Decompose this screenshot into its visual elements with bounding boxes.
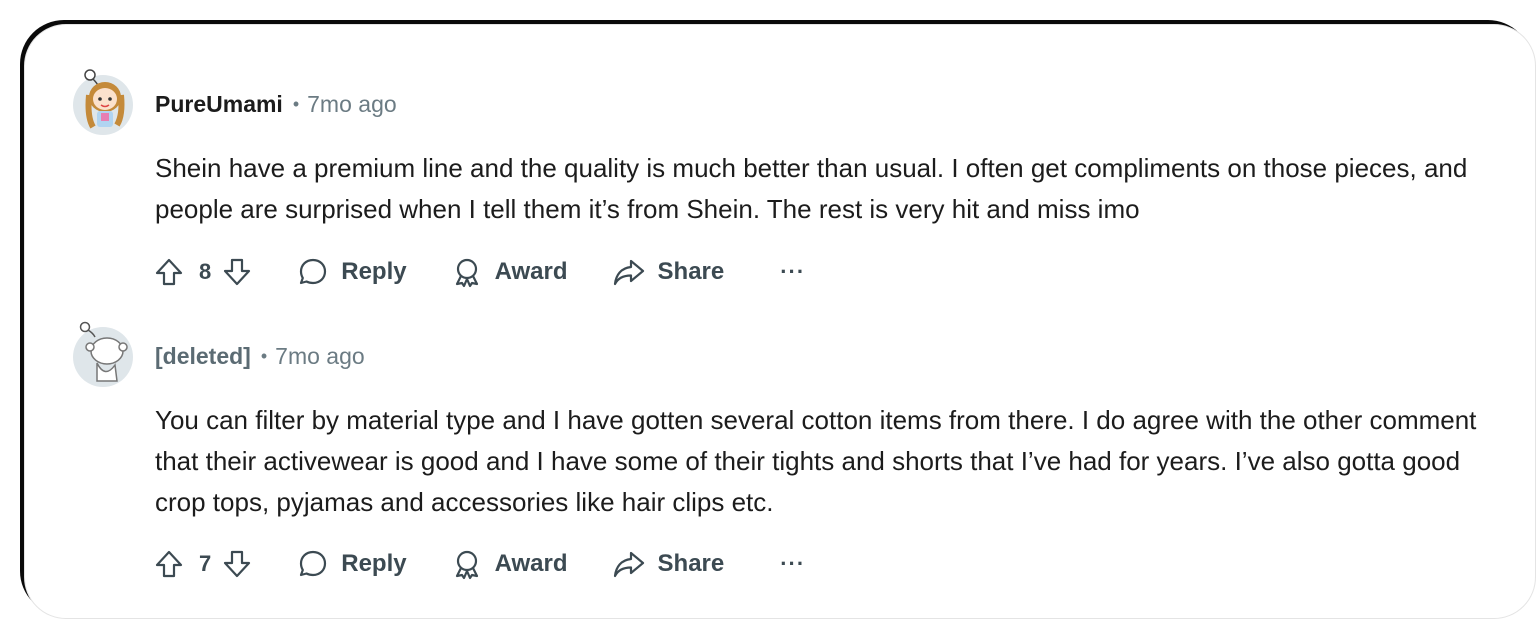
username-link: [deleted] bbox=[155, 343, 251, 369]
award-button[interactable]: Award bbox=[451, 548, 568, 580]
vote-count: 7 bbox=[199, 551, 212, 576]
snoo-avatar-icon bbox=[73, 69, 133, 135]
share-icon bbox=[613, 259, 644, 286]
vote-count: 8 bbox=[199, 259, 212, 284]
comment-meta: PureUmami • 7mo ago bbox=[155, 91, 397, 118]
more-options-button[interactable]: ··· bbox=[780, 551, 805, 577]
downvote-icon[interactable] bbox=[221, 548, 253, 580]
reply-label: Reply bbox=[341, 258, 407, 285]
meta-separator: • bbox=[292, 94, 300, 114]
comment-body: You can filter by material type and I ha… bbox=[155, 405, 1477, 517]
award-label: Award bbox=[494, 258, 568, 285]
comment-thread-card: PureUmami • 7mo ago Shein have a premium… bbox=[24, 24, 1536, 619]
share-icon bbox=[613, 551, 644, 578]
reply-button[interactable]: Reply bbox=[297, 548, 407, 580]
award-icon bbox=[455, 258, 478, 288]
timestamp[interactable]: 7mo ago bbox=[307, 91, 397, 118]
meta-separator: • bbox=[260, 346, 268, 366]
share-button[interactable]: Share bbox=[612, 548, 725, 580]
share-label: Share bbox=[657, 258, 725, 285]
share-button[interactable]: Share bbox=[612, 256, 725, 288]
vote-group: 7 bbox=[153, 548, 253, 580]
comment-bubble-icon bbox=[300, 258, 327, 285]
card-wrapper: PureUmami • 7mo ago Shein have a premium… bbox=[20, 20, 1536, 619]
timestamp[interactable]: 7mo ago bbox=[275, 343, 365, 370]
snoo-avatar-icon bbox=[73, 321, 133, 387]
comment-actions: 8 Reply Award Share ··· bbox=[153, 252, 805, 292]
avatar[interactable] bbox=[71, 319, 135, 387]
award-button[interactable]: Award bbox=[451, 256, 568, 288]
vote-group: 8 bbox=[153, 256, 253, 288]
upvote-icon[interactable] bbox=[153, 548, 185, 580]
reply-label: Reply bbox=[341, 550, 407, 577]
share-label: Share bbox=[657, 550, 725, 577]
more-options-button[interactable]: ··· bbox=[780, 259, 805, 285]
reply-button[interactable]: Reply bbox=[297, 256, 407, 288]
downvote-icon[interactable] bbox=[221, 256, 253, 288]
award-icon bbox=[455, 550, 478, 580]
comment-actions: 7 Reply Award Share ··· bbox=[153, 544, 805, 584]
comment-meta: [deleted] • 7mo ago bbox=[155, 343, 365, 370]
avatar[interactable] bbox=[71, 67, 135, 135]
comment-body: Shein have a premium line and the qualit… bbox=[155, 153, 1468, 224]
comment-bubble-icon bbox=[300, 550, 327, 577]
award-label: Award bbox=[494, 550, 568, 577]
upvote-icon[interactable] bbox=[153, 256, 185, 288]
username-link[interactable]: PureUmami bbox=[155, 91, 283, 118]
